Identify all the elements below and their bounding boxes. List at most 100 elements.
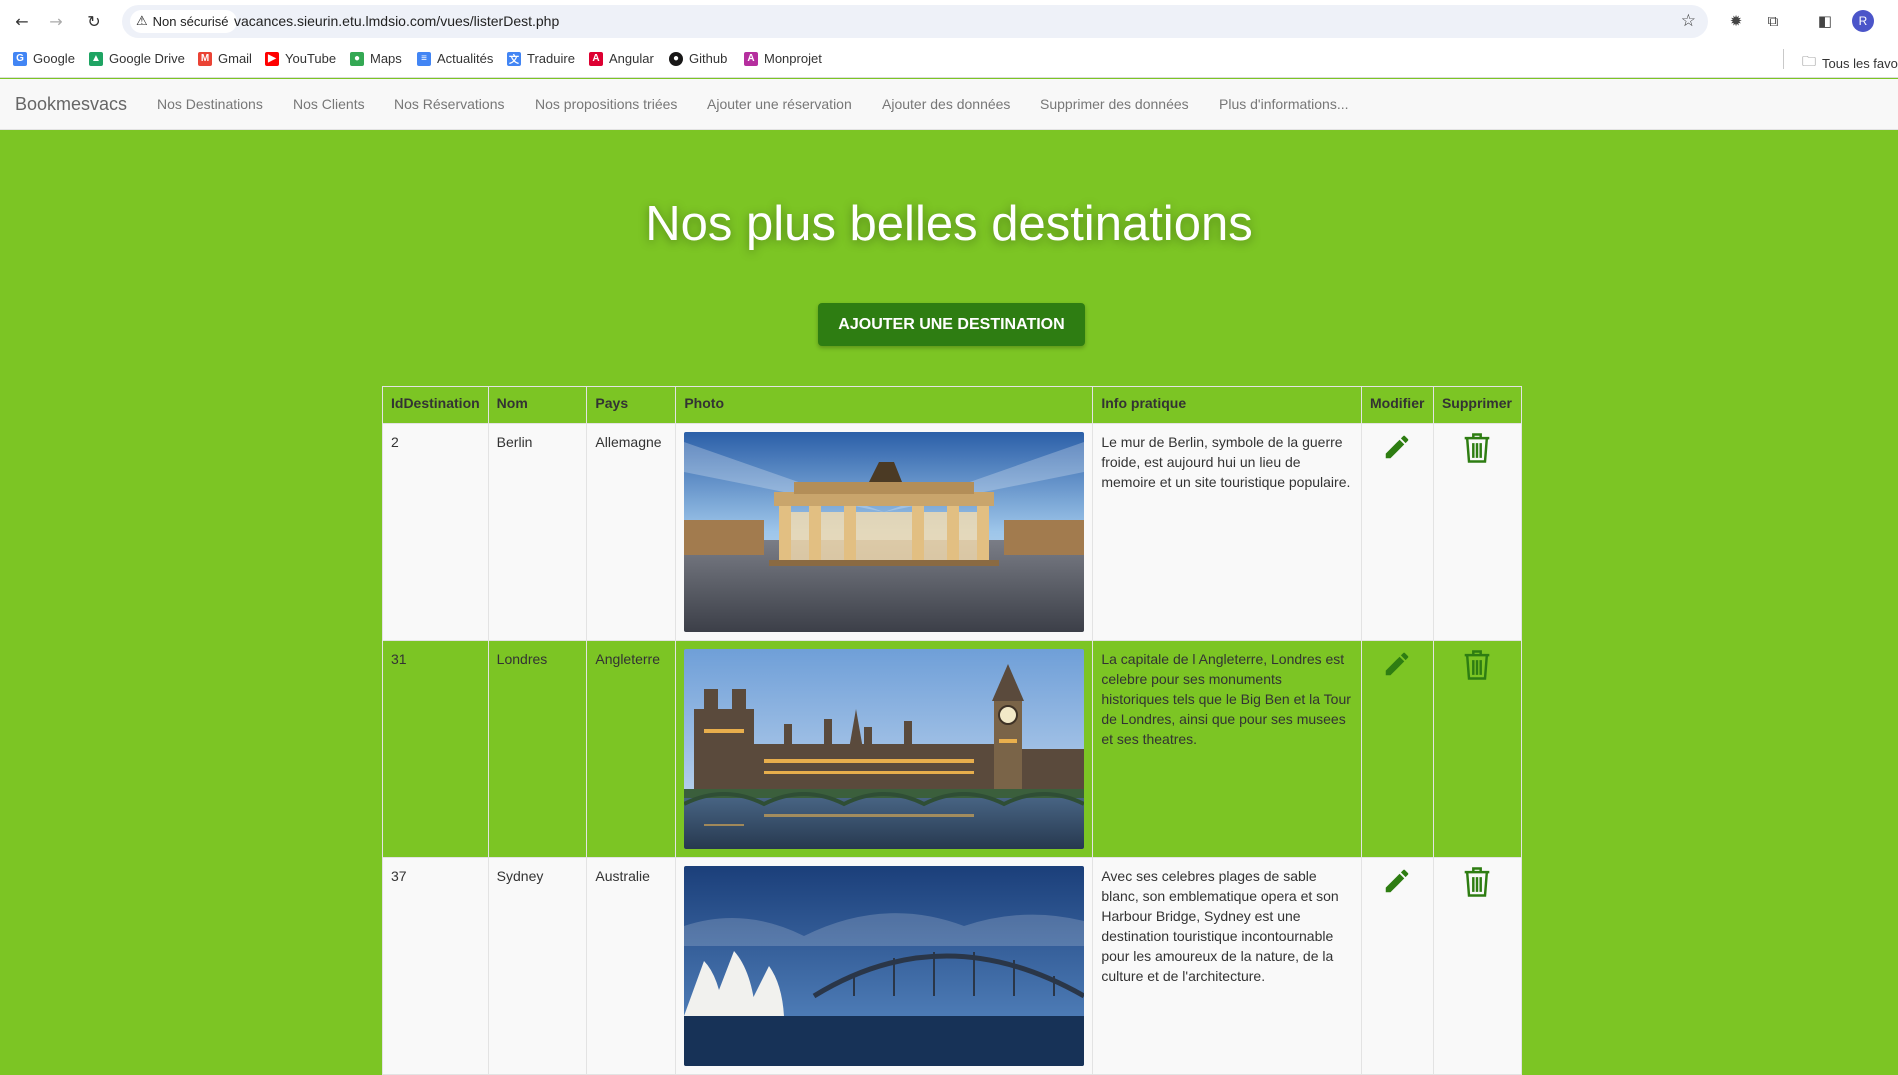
col-header-nom: Nom [487,386,588,424]
translate-icon: 文 [507,51,521,66]
cell-modifier [1360,857,1434,1075]
col-header-pays: Pays [586,386,677,424]
forward-icon[interactable]: → [44,9,68,33]
col-header-photo: Photo [675,386,1094,424]
cell-pays: Angleterre [586,640,677,858]
bookmark-label: Github [689,51,728,66]
col-header-modifier: Modifier [1360,386,1434,424]
cell-info: La capitale de l Angleterre, Londres est… [1092,640,1362,858]
nav-link-destinations[interactable]: Nos Destinations [157,96,263,112]
table-header-row: IdDestination Nom Pays Photo Info pratiq… [382,386,1523,424]
maps-icon: ● [350,51,364,66]
westminster-photo [684,649,1085,849]
profile-avatar[interactable]: R [1852,10,1874,32]
trash-delete-icon[interactable] [1462,432,1492,464]
cell-photo [675,857,1094,1075]
bookmark-label: Google [33,51,75,66]
table-row: 2 Berlin Allemagne Le mur de Berlin, sym… [382,423,1523,641]
security-label: Non sécurisé [152,14,229,29]
youtube-icon: ▶ [265,51,279,66]
bookmark-actualites[interactable]: ≡ Actualités [417,51,493,66]
nav-link-add-data[interactable]: Ajouter des données [882,96,1010,112]
nav-link-more-info[interactable]: Plus d'informations... [1219,96,1349,112]
angular-icon: A [744,51,758,66]
bookmark-label: Monprojet [764,51,822,66]
google-icon: G [13,51,27,66]
cell-id: 37 [382,857,489,1075]
bookmark-label: Maps [370,51,402,66]
bookmark-label: Google Drive [109,51,185,66]
folder-icon: 🗀 [1802,54,1816,70]
browser-toolbar: ← → ↻ ⚠ Non sécurisé vacances.sieurin.et… [0,0,1898,42]
news-icon: ≡ [417,51,431,66]
cell-modifier [1360,640,1434,858]
table-row: 31 Londres Angleterre La capitale de l A… [382,640,1523,858]
site-navbar: Bookmesvacs Nos Destinations Nos Clients… [0,79,1898,130]
reload-icon[interactable]: ↻ [82,9,106,33]
cell-info: Avec ses celebres plages de sable blanc,… [1092,857,1362,1075]
pencil-edit-icon[interactable] [1382,649,1412,679]
add-destination-button[interactable]: AJOUTER UNE DESTINATION [818,303,1085,346]
bookmark-label: Angular [609,51,654,66]
cell-id: 2 [382,423,489,641]
cell-pays: Australie [586,857,677,1075]
nav-link-delete-data[interactable]: Supprimer des données [1040,96,1189,112]
back-icon[interactable]: ← [10,9,34,33]
brandenburg-gate-photo [684,432,1085,632]
bookmark-label: YouTube [285,51,337,66]
side-panel-icon[interactable]: ◧ [1814,10,1836,32]
bookmark-star-icon[interactable]: ☆ [1681,11,1696,31]
bookmark-gmail[interactable]: M Gmail [198,51,252,66]
nav-link-propositions[interactable]: Nos propositions triées [535,96,677,112]
extensions-puzzle-icon[interactable]: ⧉ [1762,10,1784,32]
cell-photo [675,640,1094,858]
bookmarks-bar: G Google ▲ Google Drive M Gmail ▶ YouTub… [0,42,1898,78]
bookmark-maps[interactable]: ● Maps [350,51,402,66]
nav-link-reservations[interactable]: Nos Réservations [394,96,505,112]
table-row: 37 Sydney Australie Avec ses celebres pl… [382,857,1523,1075]
nav-link-add-reservation[interactable]: Ajouter une réservation [707,96,852,112]
cell-photo [675,423,1094,641]
col-header-id: IdDestination [382,386,489,424]
cell-supprimer [1432,640,1523,858]
trash-delete-icon[interactable] [1462,649,1492,681]
cell-info: Le mur de Berlin, symbole de la guerre f… [1092,423,1362,641]
github-icon: ● [669,51,683,66]
bookmark-angular[interactable]: A Angular [589,51,654,66]
cell-supprimer [1432,423,1523,641]
cell-modifier [1360,423,1434,641]
destinations-table: IdDestination Nom Pays Photo Info pratiq… [382,386,1523,1075]
cell-id: 31 [382,640,489,858]
all-bookmarks[interactable]: 🗀 Tous les favoris [1802,51,1898,75]
trash-delete-icon[interactable] [1462,866,1492,898]
pencil-edit-icon[interactable] [1382,866,1412,896]
warning-icon: ⚠ [136,14,148,29]
col-header-info: Info pratique [1092,386,1362,424]
page-title: Nos plus belles destinations [645,197,1253,251]
bookmark-youtube[interactable]: ▶ YouTube [265,51,336,66]
url-text[interactable]: vacances.sieurin.etu.lmdsio.com/vues/lis… [234,13,559,29]
bookmark-github[interactable]: ● Github [669,51,727,66]
bookmark-monprojet[interactable]: A Monprojet [744,51,822,66]
pencil-edit-icon[interactable] [1382,432,1412,462]
bookmarks-divider [1783,49,1784,69]
bookmark-google-drive[interactable]: ▲ Google Drive [89,51,185,66]
cell-nom: Londres [487,640,588,858]
address-bar[interactable]: ⚠ Non sécurisé vacances.sieurin.etu.lmds… [122,5,1708,38]
cell-nom: Berlin [487,423,588,641]
extension-bug-icon[interactable]: ✹ [1725,10,1747,32]
bookmark-google[interactable]: G Google [13,51,75,66]
cell-nom: Sydney [487,857,588,1075]
security-chip[interactable]: ⚠ Non sécurisé [130,10,237,33]
bookmark-label: Gmail [218,51,252,66]
cell-supprimer [1432,857,1523,1075]
bookmark-traduire[interactable]: 文 Traduire [507,51,575,66]
angular-icon: A [589,51,603,66]
drive-icon: ▲ [89,51,103,66]
col-header-supprimer: Supprimer [1432,386,1523,424]
sydney-opera-photo [684,866,1085,1066]
all-bookmarks-label: Tous les favoris [1822,55,1898,71]
bookmark-label: Actualités [437,51,494,66]
nav-link-clients[interactable]: Nos Clients [293,96,365,112]
brand-logo[interactable]: Bookmesvacs [15,94,127,115]
